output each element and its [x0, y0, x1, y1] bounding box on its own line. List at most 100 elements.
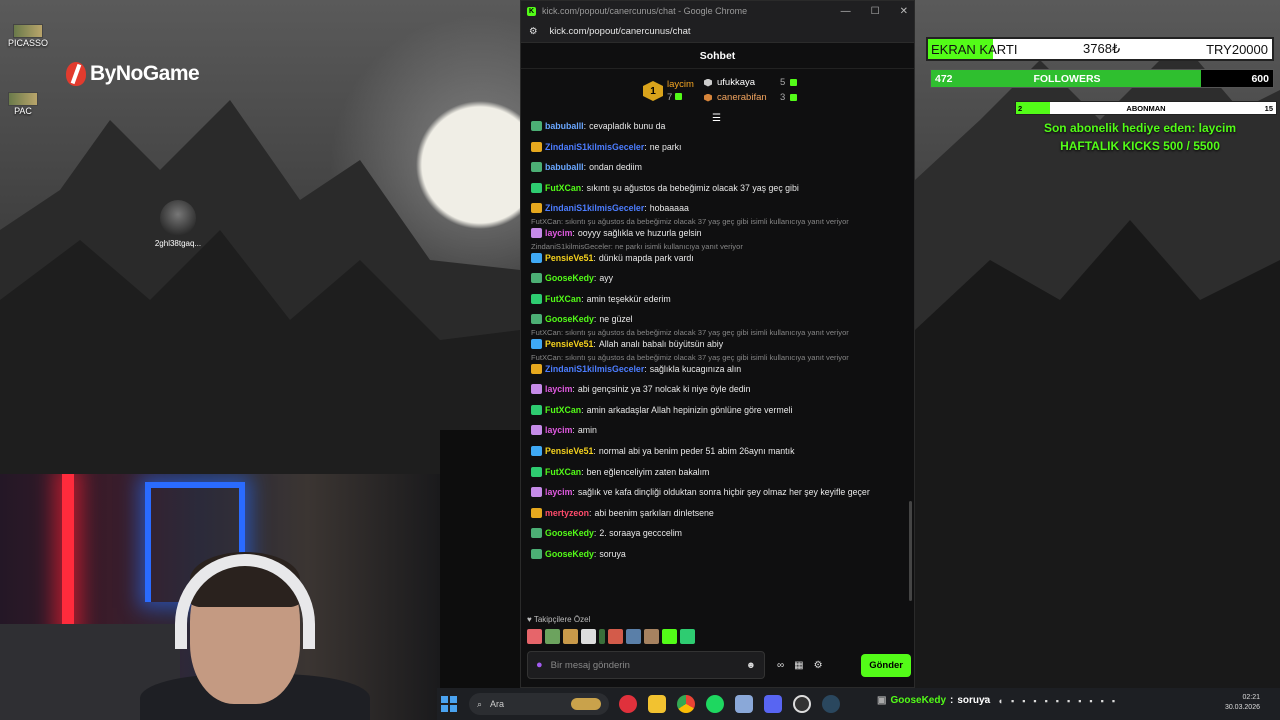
leaderboard-first[interactable]: 1 laycim 7 [643, 79, 694, 103]
tray-app-icon[interactable]: ▪ [1078, 696, 1081, 707]
reply-context[interactable]: FutXCan: sıkıntı şu ağustos da bebeğimiz… [531, 217, 907, 226]
chat-message-text: amin teşekkür ederim [586, 293, 671, 304]
chat-username[interactable]: GooseKedy [545, 273, 594, 283]
obs-icon[interactable] [793, 695, 811, 713]
emote[interactable] [563, 629, 578, 644]
clock[interactable]: 02:21 30.03.2026 [1225, 693, 1260, 713]
chat-username[interactable]: laycim [545, 228, 572, 238]
desktop-icon-picasso[interactable]: PICASSO [8, 24, 48, 48]
desktop-file[interactable]: 2ghl38tgaq... [153, 200, 203, 248]
emote[interactable] [626, 629, 641, 644]
discord-icon[interactable] [764, 695, 782, 713]
mic-icon[interactable]: ● [536, 659, 543, 671]
chat-message-text: amin [577, 425, 597, 436]
send-button[interactable]: Gönder [861, 653, 911, 677]
desktop-icon-pac[interactable]: PAC [8, 92, 38, 116]
tray-app-icon[interactable]: ▪ [1045, 696, 1048, 707]
user-badge-icon [531, 487, 542, 498]
chat-username[interactable]: GooseKedy [545, 528, 594, 538]
taskbar-search[interactable]: ⌕ Ara [469, 693, 609, 715]
store-icon[interactable]: ▦ [794, 660, 803, 671]
tray-app-icon[interactable]: ▪ [1033, 696, 1036, 707]
chat-input-placeholder: Bir mesaj gönderin [550, 659, 630, 671]
chat-message-text: dünkü mapda park vardı [598, 252, 694, 263]
message-separator: : [593, 445, 596, 456]
tray-app-icon[interactable]: ▪ [1112, 696, 1115, 707]
message-separator: : [644, 203, 647, 214]
emote[interactable] [644, 629, 659, 644]
volume-icon[interactable]: ◖ [998, 696, 1003, 707]
chat-username[interactable]: ZindaniS1kilmisGeceler [545, 364, 644, 374]
chat-username[interactable]: mertyzeon [545, 508, 589, 518]
emote[interactable] [599, 629, 605, 644]
tray-app-icon[interactable]: ▪ [1101, 696, 1104, 707]
emote[interactable] [608, 629, 623, 644]
emote[interactable] [680, 629, 695, 644]
chat-message: PensieVe51: dünkü mapda park vardı [527, 252, 907, 263]
chat-message: babuballl: cevapladık bunu da [527, 121, 907, 131]
chat-username[interactable]: laycim [545, 384, 572, 394]
steam-icon[interactable] [822, 695, 840, 713]
goal-target: TRY20000 [1206, 41, 1268, 57]
site-settings-icon[interactable]: ⚙ [529, 26, 538, 37]
chat-message-text: ne güzel [599, 314, 633, 325]
leaderboard-entry[interactable]: ufukkaya 5 [704, 77, 798, 88]
emoji-icon[interactable]: ☻ [746, 660, 756, 671]
chat-username[interactable]: FutXCan [545, 467, 581, 477]
tray-app-icon[interactable]: ▪ [1067, 696, 1070, 707]
tray-app-icon[interactable]: ▪ [1022, 696, 1025, 707]
kicks-gift-icon[interactable]: ∞ [777, 660, 784, 671]
gift-leaderboard: 1 laycim 7 ufukkaya 5 canerabifan 3 [521, 69, 914, 115]
minimize-button[interactable]: — [841, 6, 851, 17]
chat-username[interactable]: FutXCan [545, 183, 581, 193]
maximize-button[interactable]: ☐ [871, 6, 880, 17]
emote[interactable] [527, 629, 542, 644]
chat-username[interactable]: FutXCan [545, 405, 581, 415]
chat-username[interactable]: laycim [545, 487, 572, 497]
file-explorer-icon[interactable] [648, 695, 666, 713]
chat-username[interactable]: ZindaniS1kilmisGeceler [545, 203, 644, 213]
close-button[interactable]: ✕ [900, 6, 908, 17]
chat-message-text: Allah analı babalı büyütsün abiy [598, 338, 724, 349]
chat-message-text: sağlık ve kafa dinçliği olduktan sonra h… [577, 487, 870, 498]
chat-username[interactable]: GooseKedy [545, 549, 594, 559]
chrome-icon[interactable] [677, 695, 695, 713]
chat-username[interactable]: laycim [545, 425, 572, 435]
settings-icon[interactable]: ⚙ [814, 660, 823, 671]
chat-input-row: ● Bir mesaj gönderin ☻ ∞ ▦ ⚙ Gönder [527, 651, 911, 679]
tray-app-icon[interactable]: ▪ [1089, 696, 1092, 707]
chat-scrollbar[interactable] [909, 501, 912, 601]
chat-message-text: abi gençsiniz ya 37 nolcak ki niye öyle … [577, 384, 751, 395]
chat-input[interactable]: ● Bir mesaj gönderin ☻ [527, 651, 765, 679]
search-placeholder: Ara [490, 699, 505, 709]
emote[interactable] [545, 629, 560, 644]
address-bar[interactable]: ⚙ kick.com/popout/canercunus/chat [521, 21, 914, 43]
emote[interactable] [662, 629, 677, 644]
reply-context[interactable]: ZindaniS1kilmisGeceler: ne parkı isimli … [531, 242, 907, 251]
media-player-icon[interactable] [619, 695, 637, 713]
tray-app-icon[interactable]: ▪ [1056, 696, 1059, 707]
reply-context[interactable]: FutXCan: sıkıntı şu ağustos da bebeğimiz… [531, 328, 907, 337]
url-text[interactable]: kick.com/popout/canercunus/chat [550, 26, 691, 37]
chat-username[interactable]: PensieVe51 [545, 253, 593, 263]
chat-message-text: soruya [599, 548, 626, 559]
chat-username[interactable]: ZindaniS1kilmisGeceler [545, 142, 644, 152]
start-button[interactable] [441, 696, 457, 712]
reply-context[interactable]: FutXCan: sıkıntı şu ağustos da bebeğimiz… [531, 353, 907, 362]
chat-username[interactable]: babuballl [545, 162, 584, 172]
rank-badge: 1 [643, 81, 663, 101]
app-icon[interactable] [735, 695, 753, 713]
chat-username[interactable]: PensieVe51 [545, 446, 593, 456]
tray-app-icon[interactable]: ▪ [1011, 696, 1014, 707]
chat-message: PensieVe51: Allah analı babalı büyütsün a… [527, 338, 907, 349]
chat-username[interactable]: PensieVe51 [545, 339, 593, 349]
emote[interactable] [581, 629, 596, 644]
chat-username[interactable]: GooseKedy [545, 314, 594, 324]
spotify-icon[interactable] [706, 695, 724, 713]
tray-chevron-icon[interactable]: ⌃ [982, 696, 990, 707]
message-separator: : [572, 227, 575, 238]
title-bar[interactable]: K kick.com/popout/canercunus/chat - Goog… [521, 1, 914, 21]
chat-username[interactable]: FutXCan [545, 294, 581, 304]
chat-username[interactable]: babuballl [545, 121, 584, 131]
leaderboard-entry[interactable]: canerabifan 3 [704, 92, 798, 103]
